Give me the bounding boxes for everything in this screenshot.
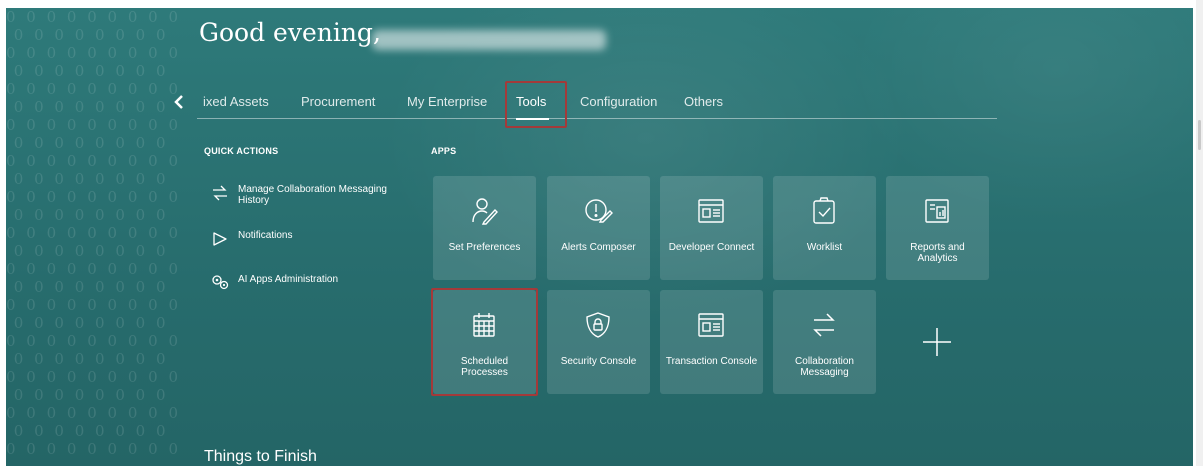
quick-action-label: Notifications (238, 230, 293, 241)
tools-tab-highlight (505, 81, 567, 128)
quick-action-label: Manage Collaboration Messaging History (238, 184, 387, 206)
app-tile-transaction-console[interactable]: Transaction Console (660, 290, 763, 394)
developer-connect-icon (696, 196, 726, 226)
quick-action-ai-apps-administration[interactable]: AI Apps Administration (210, 274, 338, 290)
alert-composer-icon (583, 196, 613, 226)
plus-icon[interactable] (917, 322, 957, 362)
app-tile-collaboration-messaging[interactable]: Collaboration Messaging (773, 290, 876, 394)
app-tile-alerts-composer[interactable]: Alerts Composer (547, 176, 650, 280)
page-scrollbar-thumb[interactable] (1198, 120, 1201, 150)
notification-play-icon (210, 230, 230, 246)
collaboration-arrows-icon (809, 310, 839, 340)
transaction-console-icon (696, 310, 726, 340)
app-tile-reports-and-analytics[interactable]: Reports and Analytics (886, 176, 989, 280)
app-tile-label: Worklist (806, 242, 843, 253)
app-tile-label: Developer Connect (668, 242, 755, 253)
redacted-user-name (372, 30, 606, 50)
quick-actions-title: QUICK ACTIONS (204, 146, 279, 156)
report-chart-icon (922, 196, 952, 226)
background-pattern: 0 0 0 0 0 0 0 0 0 0 0 0 0 0 0 0 0 0 0 0 … (6, 8, 182, 458)
tab-others[interactable]: Others (684, 94, 723, 109)
collaboration-arrows-icon (210, 184, 230, 201)
app-tile-label: Set Preferences (448, 242, 521, 253)
page-scrollbar[interactable] (1196, 0, 1203, 466)
app-tile-security-console[interactable]: Security Console (547, 290, 650, 394)
scheduled-processes-highlight (431, 288, 538, 396)
app-tile-set-preferences[interactable]: Set Preferences (433, 176, 536, 280)
greeting-title: Good evening, (199, 18, 381, 47)
tab-bar-divider (197, 118, 997, 119)
app-tile-developer-connect[interactable]: Developer Connect (660, 176, 763, 280)
tab-fixed-assets[interactable]: ixed Assets (203, 94, 269, 109)
quick-action-notifications[interactable]: Notifications (210, 230, 292, 246)
shield-lock-icon (583, 310, 613, 340)
app-tile-label: Reports and Analytics (910, 242, 965, 264)
quick-action-label: AI Apps Administration (238, 274, 339, 285)
tab-configuration[interactable]: Configuration (580, 94, 657, 109)
app-tile-worklist[interactable]: Worklist (773, 176, 876, 280)
gears-icon (210, 274, 230, 290)
tab-procurement[interactable]: Procurement (301, 94, 375, 109)
app-tile-label: Transaction Console (665, 356, 758, 367)
quick-action-manage-collaboration[interactable]: Manage Collaboration Messaging History (210, 184, 398, 206)
clipboard-check-icon (809, 196, 839, 226)
tab-my-enterprise[interactable]: My Enterprise (407, 94, 487, 109)
things-to-finish-title: Things to Finish (204, 448, 317, 465)
chevron-left-icon[interactable] (172, 92, 190, 114)
app-tile-label: Collaboration Messaging (795, 356, 854, 378)
apps-title: APPS (431, 146, 457, 156)
app-tile-label: Alerts Composer (561, 242, 636, 253)
person-pencil-icon (469, 196, 499, 226)
app-tile-label: Security Console (560, 356, 637, 367)
